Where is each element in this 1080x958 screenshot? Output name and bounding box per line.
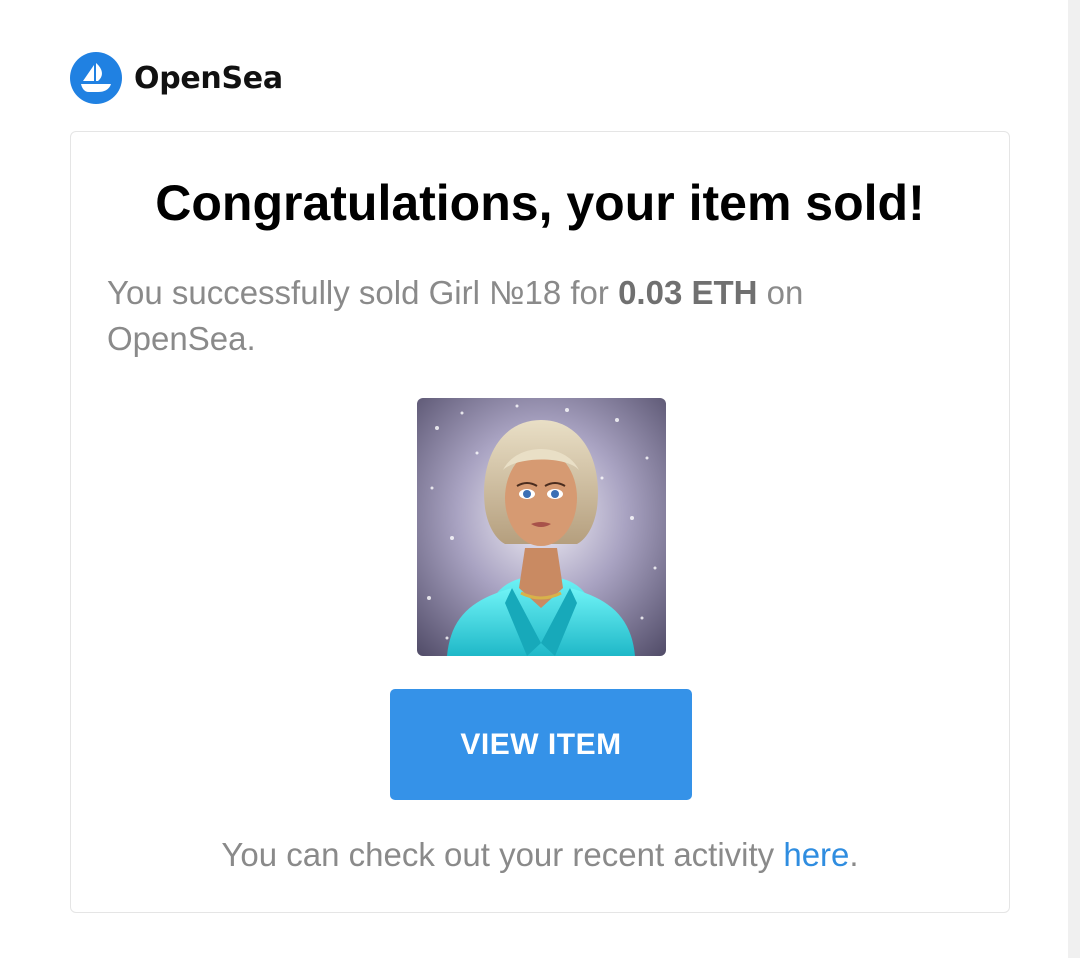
recent-activity-label: You can check out your recent activity [221,836,784,873]
brand-name: OpenSea [134,60,283,96]
sale-message: You successfully sold Girl №18 for 0.03 … [107,270,887,362]
recent-activity-text: You can check out your recent activity h… [71,836,1009,874]
scrollbar-track[interactable] [1068,0,1080,958]
nft-girl-portrait-image[interactable] [417,398,666,656]
recent-activity-end: . [849,836,859,873]
sale-message-prefix: You successfully sold Girl №18 for [107,274,619,311]
recent-activity-link[interactable]: here [783,836,849,873]
notification-card: Congratulations, your item sold! You suc… [70,131,1010,913]
opensea-logo-icon [70,52,122,104]
brand-header: OpenSea [70,52,283,104]
page-title: Congratulations, your item sold! [155,175,925,231]
sale-price: 0.03 ETH [618,274,758,311]
view-item-button[interactable]: VIEW ITEM [390,689,692,800]
